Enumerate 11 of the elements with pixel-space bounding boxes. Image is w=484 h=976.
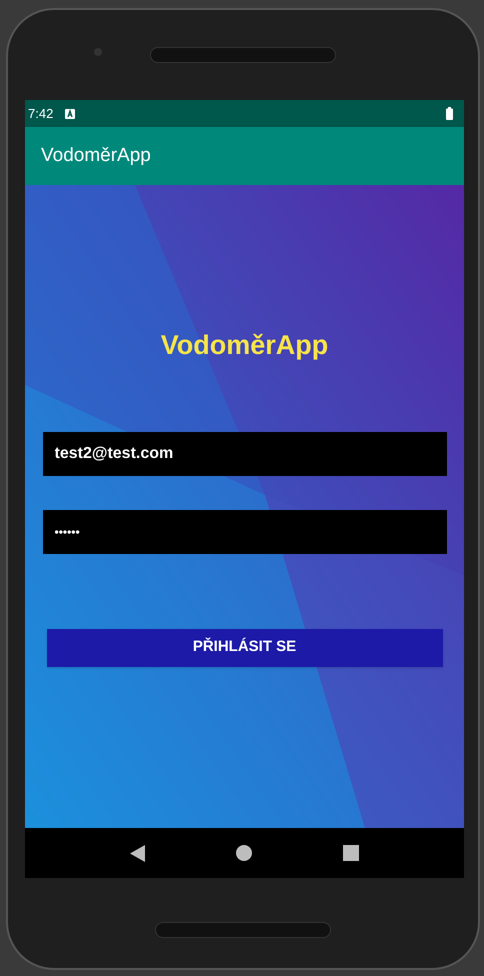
battery-icon — [446, 107, 453, 120]
status-time: 7:42 — [28, 104, 54, 123]
email-field[interactable]: test2@test.com — [42, 432, 446, 476]
notification-icon — [65, 108, 76, 118]
recents-icon[interactable] — [342, 845, 359, 861]
password-field[interactable]: •••••• — [42, 510, 446, 554]
home-icon[interactable] — [236, 845, 252, 861]
login-button[interactable]: PŘIHLÁSIT SE — [46, 628, 442, 666]
back-icon[interactable] — [130, 844, 146, 862]
app-title: VodoměrApp — [41, 144, 151, 168]
app-logo-text: VodoměrApp — [160, 329, 328, 362]
